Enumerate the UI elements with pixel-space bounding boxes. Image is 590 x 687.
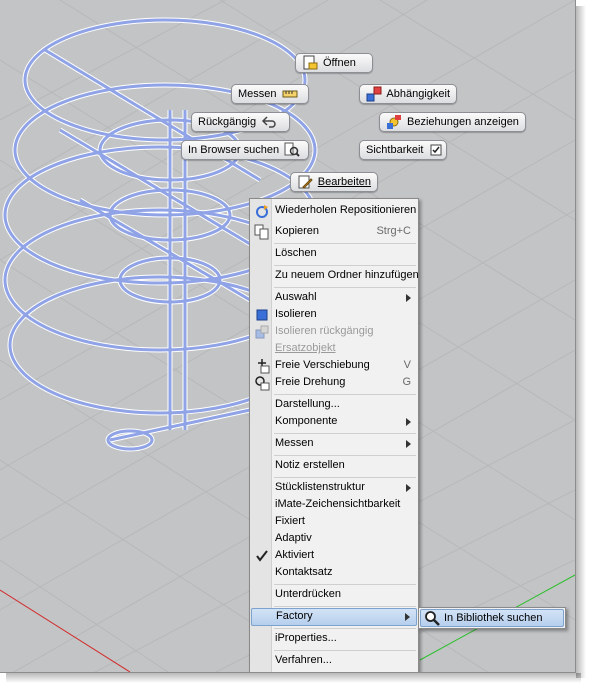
menu-item-add-to-folder[interactable]: Zu neuem Ordner hinzufügen	[251, 268, 419, 284]
free-rotate-icon	[254, 375, 270, 391]
menu-separator	[274, 584, 416, 585]
menu-item-contact-set[interactable]: Kontaktsatz	[251, 565, 417, 581]
free-move-icon	[254, 358, 270, 374]
menu-item-isolate[interactable]: Isolieren	[251, 307, 417, 323]
menu-separator	[274, 477, 416, 478]
menu-item-enabled[interactable]: Aktiviert	[251, 548, 417, 564]
submenu-arrow-icon	[406, 294, 411, 302]
menu-separator	[274, 606, 416, 607]
marking-find-in-browser-label: In Browser suchen	[188, 144, 280, 156]
menu-item-delete[interactable]: Löschen	[251, 246, 417, 262]
checkbox-checked-icon	[428, 142, 442, 158]
factory-submenu: In Bibliothek suchen	[418, 607, 566, 629]
marking-find-in-browser-button[interactable]: In Browser suchen	[181, 140, 309, 160]
marking-visibility-button[interactable]: Sichtbarkeit	[359, 140, 447, 160]
marking-constraint-label: Abhängigkeit	[386, 88, 450, 100]
menu-item-selection[interactable]: Auswahl	[251, 290, 417, 306]
menu-separator	[274, 628, 416, 629]
menu-item-free-rotate[interactable]: Freie Drehung G	[251, 375, 417, 391]
submenu-arrow-icon	[406, 440, 411, 448]
checkmark-icon	[254, 548, 270, 564]
menu-item-suppress[interactable]: Unterdrücken	[251, 587, 417, 603]
browser-find-icon	[284, 142, 300, 158]
marking-constraint-button[interactable]: Abhängigkeit	[359, 84, 457, 104]
menu-item-substitute[interactable]: Ersatzobjekt	[251, 341, 417, 357]
open-file-icon	[302, 55, 318, 71]
marking-visibility-label: Sichtbarkeit	[366, 144, 424, 156]
context-menu: Wiederholen Repositionieren Kopieren Str…	[249, 198, 419, 672]
marking-relationships-label: Beziehungen anzeigen	[407, 116, 519, 128]
menu-item-copy[interactable]: Kopieren Strg+C	[251, 224, 417, 240]
window-shadow	[6, 673, 581, 683]
menu-item-measure[interactable]: Messen	[251, 436, 417, 452]
menu-item-bom-structure[interactable]: Stücklistenstruktur	[251, 480, 417, 496]
marking-edit-button[interactable]: Bearbeiten	[290, 172, 378, 192]
menu-item-factory[interactable]: Factory	[251, 608, 417, 626]
magnifier-icon	[424, 610, 440, 626]
menu-item-procedures[interactable]: Verfahren...	[251, 653, 417, 669]
marking-relationships-button[interactable]: Beziehungen anzeigen	[379, 112, 526, 132]
marking-undo-label: Rückgängig	[198, 116, 257, 128]
marking-open-button[interactable]: Öffnen	[295, 53, 373, 73]
menu-separator	[274, 265, 416, 266]
relationships-icon	[386, 114, 402, 130]
submenu-arrow-icon	[406, 418, 411, 426]
menu-separator	[274, 394, 416, 395]
menu-item-free-move[interactable]: Freie Verschiebung V	[251, 358, 417, 374]
menu-item-grounded[interactable]: Fixiert	[251, 514, 417, 530]
x-axis-line	[0, 589, 131, 672]
menu-separator	[274, 287, 416, 288]
menu-separator	[274, 433, 416, 434]
menu-item-appearance[interactable]: Darstellung...	[251, 397, 417, 413]
undo-isolate-icon	[254, 324, 270, 340]
menu-separator	[274, 650, 416, 651]
menu-item-undo-isolate[interactable]: Isolieren rückgängig	[251, 324, 417, 340]
marking-edit-label: Bearbeiten	[317, 176, 371, 188]
marking-measure-label: Messen	[238, 88, 277, 100]
undo-arrow-icon	[261, 114, 277, 130]
menu-item-iproperties[interactable]: iProperties...	[251, 631, 417, 647]
menu-separator	[274, 455, 416, 456]
marking-undo-button[interactable]: Rückgängig	[191, 112, 290, 132]
submenu-arrow-icon	[406, 484, 411, 492]
menu-item-create-note[interactable]: Notiz erstellen	[251, 458, 417, 474]
menu-item-component[interactable]: Komponente	[251, 414, 417, 430]
submenu-item-search-library[interactable]: In Bibliothek suchen	[420, 609, 564, 627]
constraint-icon	[366, 86, 382, 102]
window-shadow	[576, 6, 586, 678]
3d-viewport[interactable]: Öffnen Messen Abhängigkeit Rückgängig Be…	[0, 0, 576, 673]
repeat-icon	[254, 203, 270, 219]
menu-separator	[274, 243, 416, 244]
isolate-icon	[254, 307, 270, 323]
ruler-icon	[282, 86, 298, 102]
marking-open-label: Öffnen	[323, 57, 356, 69]
menu-item-imate-visibility[interactable]: iMate-Zeichensichtbarkeit	[251, 497, 417, 513]
menu-item-repeat-reposition[interactable]: Wiederholen Repositionieren	[251, 203, 417, 219]
menu-item-adaptive[interactable]: Adaptiv	[251, 531, 417, 547]
submenu-arrow-icon	[405, 613, 410, 621]
edit-pencil-icon	[297, 174, 313, 190]
copy-icon	[254, 224, 270, 240]
marking-measure-button[interactable]: Messen	[231, 84, 309, 104]
